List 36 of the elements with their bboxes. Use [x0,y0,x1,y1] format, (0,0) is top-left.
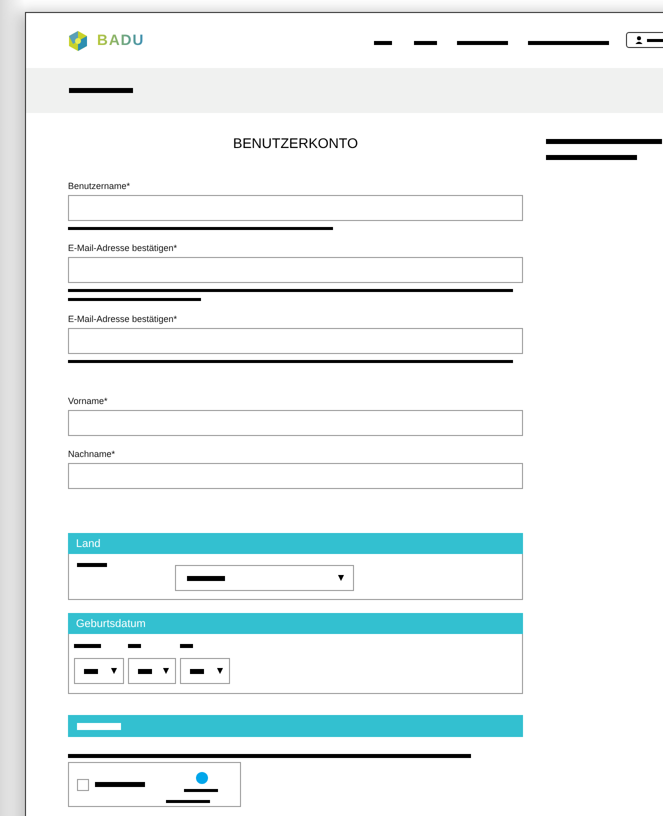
country-dropdown[interactable] [175,565,354,591]
person-icon [635,36,644,44]
dropdown-arrow-icon [338,575,344,581]
panel-title: Land [76,538,100,550]
info-dot-icon [196,772,208,784]
input-field[interactable] [68,328,523,354]
input-field[interactable] [68,195,523,221]
panel-title: Geburtsdatum [76,618,146,630]
text-placeholder-bar [128,644,141,648]
field-label: Benutzername* [68,181,132,191]
date-dropdown[interactable] [74,658,124,684]
logo-icon [67,30,89,52]
nav-link[interactable] [414,40,438,44]
input-field[interactable] [68,463,523,489]
text-placeholder-bar [74,644,101,648]
input-field[interactable] [68,410,523,436]
checkbox[interactable] [77,778,89,790]
text-placeholder-bar [95,782,145,787]
nav-link[interactable] [374,40,392,44]
date-dropdown[interactable] [128,658,176,684]
field-label: E-Mail-Adresse bestätigen* [68,314,178,324]
text-placeholder-bar [77,722,121,730]
text-placeholder-bar [77,563,107,567]
dropdown-arrow-icon [111,668,117,674]
account-button[interactable] [626,32,663,48]
field-label: Nachname* [68,449,116,459]
nav-link[interactable] [528,40,610,44]
dropdown-arrow-icon [163,668,169,674]
page-title: BENUTZERKONTO [232,135,359,151]
input-field[interactable] [68,257,523,283]
field-label: Vorname* [68,396,109,406]
field-label: E-Mail-Adresse bestätigen* [68,243,178,253]
nav-link[interactable] [457,40,508,44]
dropdown-arrow-icon [217,668,223,674]
text-placeholder-bar [180,644,193,648]
date-dropdown[interactable] [180,658,230,684]
